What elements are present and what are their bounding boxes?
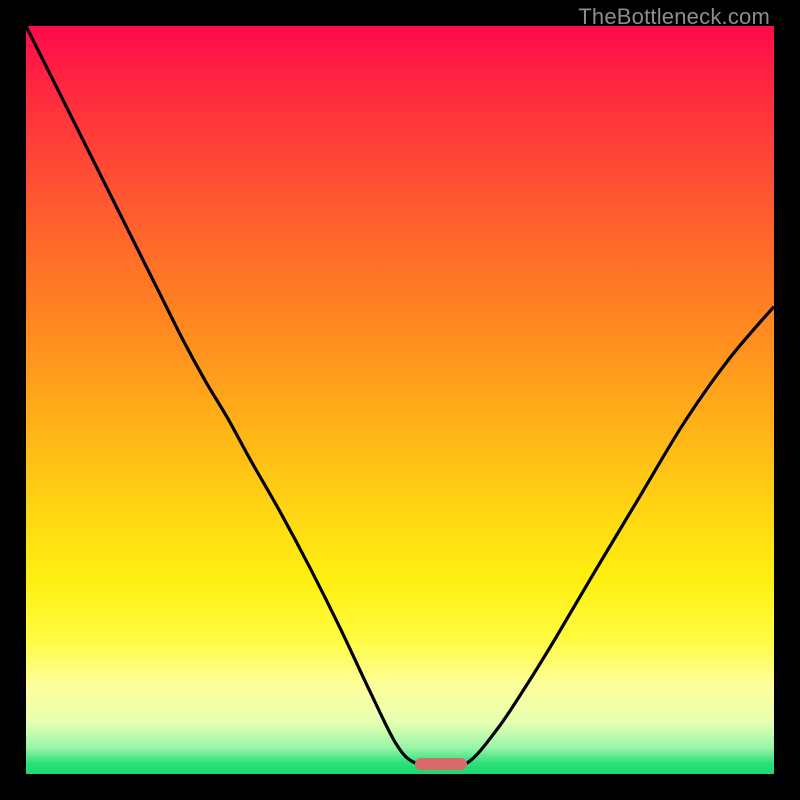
minimum-marker bbox=[415, 758, 467, 770]
plot-area bbox=[26, 26, 774, 774]
chart-frame: TheBottleneck.com bbox=[0, 0, 800, 800]
bottleneck-curve bbox=[26, 26, 774, 774]
